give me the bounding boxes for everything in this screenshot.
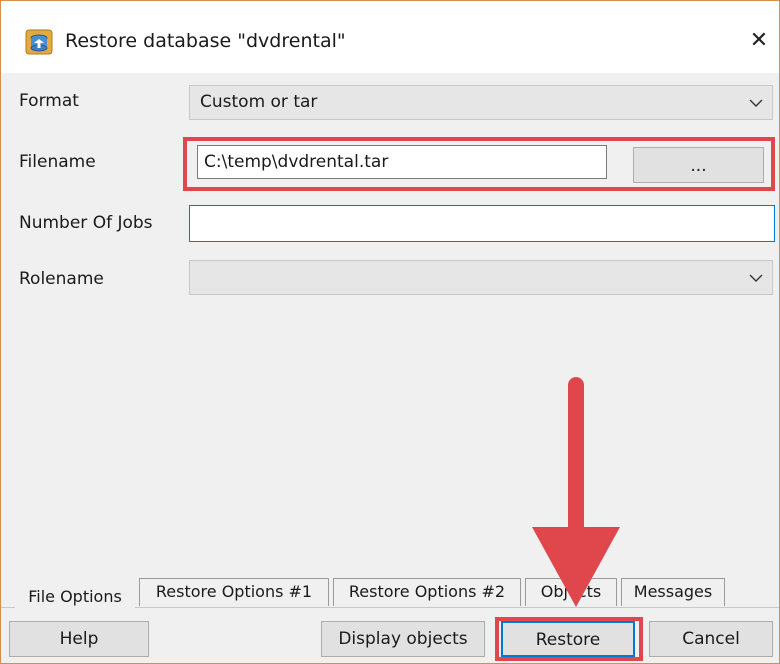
tab-restore-options-1[interactable]: Restore Options #1 — [139, 578, 329, 606]
restore-button[interactable]: Restore — [501, 621, 635, 657]
database-restore-icon — [25, 29, 53, 55]
restore-dialog: Restore database "dvdrental" ✕ Format Cu… — [0, 0, 780, 664]
tab-messages[interactable]: Messages — [621, 578, 725, 606]
help-button[interactable]: Help — [9, 621, 149, 657]
display-objects-button[interactable]: Display objects — [321, 621, 485, 657]
title-bar: Restore database "dvdrental" ✕ — [1, 1, 779, 73]
chevron-down-icon — [749, 99, 763, 107]
jobs-label: Number Of Jobs — [19, 213, 153, 233]
close-icon: ✕ — [749, 28, 769, 53]
filename-value: C:\temp\dvdrental.tar — [204, 152, 389, 172]
filename-field[interactable]: C:\temp\dvdrental.tar — [197, 145, 607, 179]
window-title: Restore database "dvdrental" — [65, 30, 346, 52]
arrow-annotation-icon — [532, 377, 620, 607]
format-select[interactable]: Custom or tar — [189, 85, 773, 120]
tab-objects[interactable]: Objects — [525, 578, 617, 606]
rolename-select[interactable] — [189, 260, 773, 295]
chevron-down-icon — [749, 274, 763, 282]
tab-file-options[interactable]: File Options — [15, 583, 135, 609]
format-value: Custom or tar — [200, 92, 318, 112]
filename-label: Filename — [19, 152, 96, 172]
close-button[interactable]: ✕ — [745, 27, 773, 55]
cancel-button[interactable]: Cancel — [649, 621, 773, 657]
format-label: Format — [19, 91, 79, 111]
rolename-label: Rolename — [19, 269, 104, 289]
number-of-jobs-field[interactable] — [189, 205, 775, 242]
browse-button[interactable]: ... — [633, 147, 764, 183]
tab-restore-options-2[interactable]: Restore Options #2 — [333, 578, 521, 606]
